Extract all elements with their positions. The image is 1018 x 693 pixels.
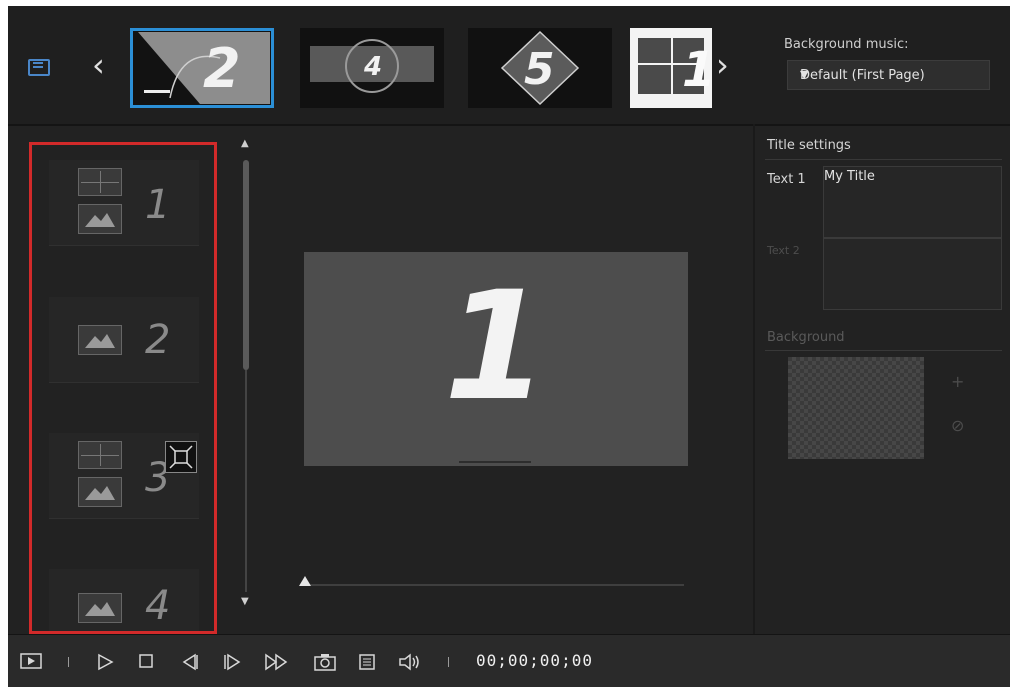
scroll-track — [245, 370, 247, 592]
text1-label: Text 1 — [767, 172, 806, 187]
scroll-down-icon[interactable]: ▼ — [241, 596, 249, 607]
preview-page-number: 1 — [443, 260, 549, 434]
page-number: 1 — [145, 182, 171, 228]
page-list: 1 2 3 4 — [29, 142, 217, 634]
remove-background-icon[interactable]: ⊘ — [951, 416, 964, 435]
title-settings-panel: Title settings Text 1 My Title Text 2 Ba… — [753, 124, 1010, 636]
preview-slider-track[interactable] — [304, 584, 684, 586]
image-placeholder-icon — [78, 477, 122, 507]
thumbnail-number: 1 — [682, 42, 712, 98]
template-thumbnail-2[interactable]: 4 — [300, 28, 444, 108]
play-icon[interactable] — [96, 653, 114, 675]
stop-icon[interactable] — [138, 653, 154, 673]
image-placeholder-icon — [78, 325, 122, 355]
title-settings-heading: Title settings — [767, 138, 851, 153]
scroll-left-arrow-icon[interactable]: ‹ — [92, 46, 105, 84]
page-number: 4 — [145, 583, 171, 629]
divider — [765, 350, 1002, 351]
menu-list-icon[interactable] — [358, 653, 376, 675]
scroll-right-arrow-icon[interactable]: › — [716, 46, 729, 84]
background-music-label: Background music: — [784, 37, 909, 52]
text1-value: My Title — [824, 169, 875, 184]
page-item-4[interactable]: 4 — [49, 569, 199, 631]
text1-input[interactable]: My Title — [823, 166, 1002, 238]
split-layout-icon — [78, 168, 122, 196]
thumbnail-number: 5 — [524, 44, 555, 95]
page-number: 2 — [145, 317, 171, 363]
snapshot-camera-icon[interactable] — [314, 653, 336, 675]
timecode-display: 00;00;00;00 — [476, 651, 593, 670]
text2-input[interactable] — [823, 238, 1002, 310]
template-thumbnail-4[interactable]: 1 — [630, 28, 712, 108]
background-heading: Background — [767, 330, 845, 345]
fit-to-frame-icon[interactable] — [165, 441, 197, 473]
background-swatch[interactable] — [788, 357, 924, 459]
split-layout-icon — [78, 441, 122, 469]
template-graphic-icon — [133, 31, 271, 105]
page-preview: 1 — [304, 252, 688, 466]
image-placeholder-icon — [78, 593, 122, 623]
template-thumbnail-1[interactable]: 2 — [130, 28, 274, 108]
preview-divider — [459, 461, 531, 463]
page-item-1[interactable]: 1 — [49, 160, 199, 246]
next-frame-icon[interactable] — [222, 653, 242, 675]
app-window: ‹ 2 4 5 › Background music: Default (Fir… — [8, 6, 1010, 687]
page-item-2[interactable]: 2 — [49, 297, 199, 383]
thumbnail-number: 4 — [364, 52, 383, 82]
preview-slider-handle[interactable] — [299, 576, 311, 586]
thumbnail-number: 2 — [203, 37, 241, 100]
layout-menu-icon[interactable] — [28, 59, 50, 76]
add-background-icon[interactable]: + — [951, 372, 964, 391]
divider — [765, 159, 1002, 160]
page-list-scrollbar[interactable]: ▲ ▼ — [241, 138, 253, 608]
image-placeholder-icon — [78, 204, 122, 234]
fast-forward-icon[interactable] — [264, 653, 290, 675]
text2-label: Text 2 — [767, 244, 800, 257]
volume-icon[interactable] — [398, 653, 422, 675]
background-music-select[interactable]: Default (First Page) ▼ — [787, 60, 990, 90]
scroll-up-icon[interactable]: ▲ — [241, 138, 249, 149]
template-thumbnail-3[interactable]: 5 — [468, 28, 612, 108]
separator — [448, 657, 449, 667]
separator — [68, 657, 69, 667]
previous-frame-icon[interactable] — [180, 653, 200, 675]
preview-mode-icon[interactable] — [20, 653, 42, 673]
top-toolbar: ‹ 2 4 5 › Background music: Default (Fir… — [8, 6, 1010, 126]
scroll-thumb[interactable] — [243, 160, 249, 370]
dropdown-caret-icon: ▼ — [800, 68, 809, 81]
playback-controls: 00;00;00;00 — [8, 634, 1010, 687]
